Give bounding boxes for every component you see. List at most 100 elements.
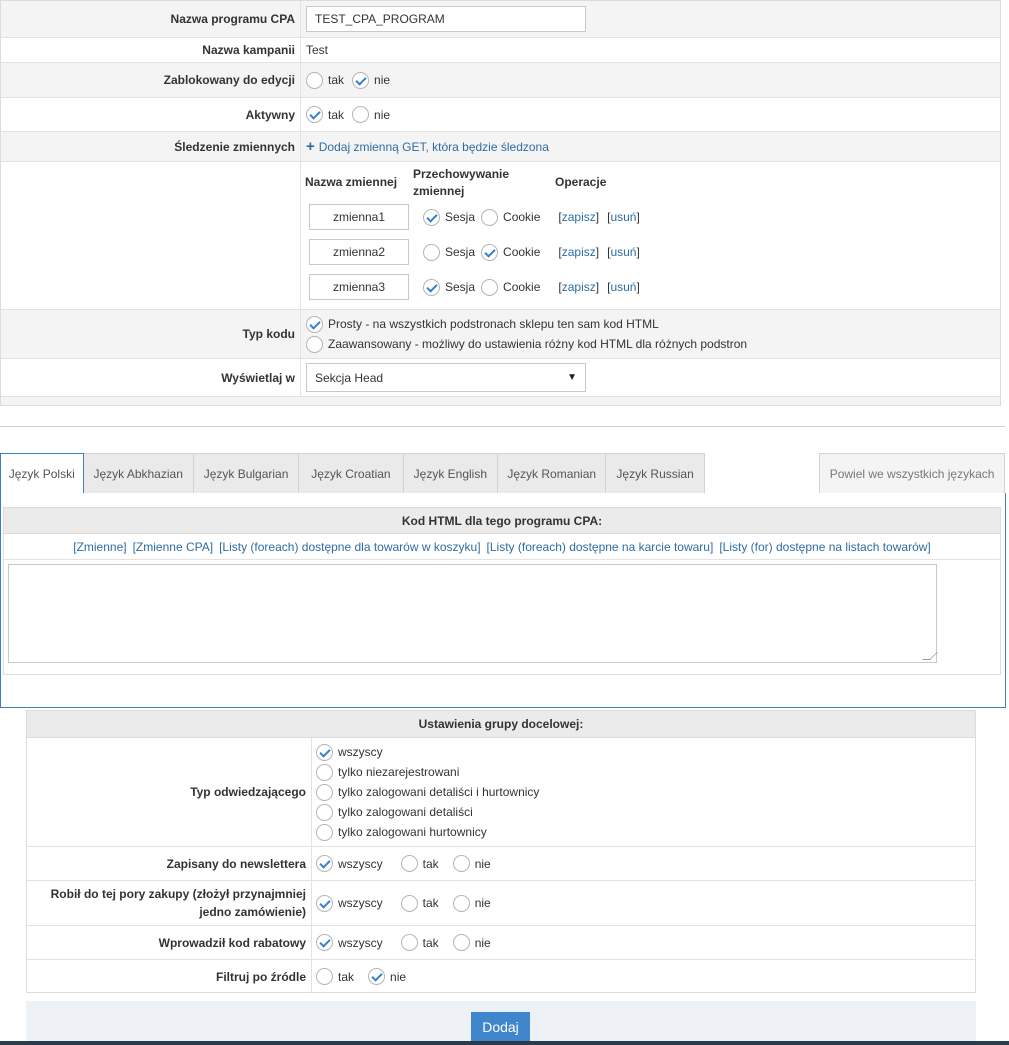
storage-cookie-option[interactable]: Cookie — [481, 208, 540, 226]
storage-session-option[interactable]: Sesja — [423, 278, 475, 296]
active-no-option[interactable]: nie — [352, 106, 390, 123]
radio-checked-icon[interactable] — [306, 315, 323, 333]
code-simple-option[interactable]: Prosty - na wszystkich podstronach sklep… — [306, 315, 659, 333]
delete-variable-link[interactable]: [usuń] — [607, 210, 640, 224]
display-label: Wyświetlaj w — [1, 359, 301, 396]
radio-icon[interactable] — [452, 934, 470, 951]
locked-yes-option[interactable]: tak — [306, 71, 344, 89]
radio-icon[interactable] — [452, 855, 470, 872]
coupon-label: Wprowadził kod rabatowy — [27, 926, 312, 959]
newsletter-no-option[interactable]: nie — [452, 855, 491, 872]
coupon-all-option[interactable]: wszyscy — [316, 934, 383, 951]
radio-checked-icon[interactable] — [316, 934, 333, 951]
target-group-settings: Ustawienia grupy docelowej: Typ odwiedza… — [26, 710, 976, 993]
storage-cookie-option[interactable]: Cookie — [481, 278, 540, 296]
tab-language[interactable]: Język English — [403, 453, 499, 494]
radio-icon[interactable] — [400, 934, 418, 951]
editor-help-link[interactable]: [Listy (for) dostępne na listach towarów… — [719, 540, 930, 554]
source-yes-option[interactable]: tak — [316, 968, 354, 985]
radio-icon[interactable] — [316, 743, 333, 761]
source-label: Filtruj po źródle — [27, 960, 312, 993]
variables-table: Nazwa zmiennej Przechowywanie zmiennej O… — [301, 162, 1000, 309]
program-name-input[interactable]: TEST_CPA_PROGRAM — [306, 6, 586, 32]
tab-language[interactable]: Język Bulgarian — [193, 453, 300, 494]
visitor-options: wszyscy tylko niezarejestrowani tylko zalo… — [312, 738, 547, 846]
visitor-option[interactable]: tylko niezarejestrowani — [316, 763, 539, 781]
visitor-option[interactable]: tylko zalogowani hurtownicy — [316, 823, 539, 841]
storage-cookie-option[interactable]: Cookie — [481, 243, 540, 261]
purchased-label: Robił do tej pory zakupy (złożył przynaj… — [27, 881, 312, 925]
radio-icon[interactable] — [481, 278, 499, 296]
delete-variable-link[interactable]: [usuń] — [607, 245, 640, 259]
radio-icon[interactable] — [306, 335, 323, 353]
tab-language[interactable]: Język Polski — [0, 453, 84, 494]
repeat-all-languages-button[interactable]: Powiel we wszystkich językach — [819, 453, 1006, 494]
radio-icon[interactable] — [423, 208, 440, 226]
radio-icon[interactable] — [452, 894, 470, 912]
variable-row: zmienna3 Sesja Cookie [zapisz] [usuń] — [309, 274, 640, 300]
radio-icon[interactable] — [481, 208, 499, 226]
row-campaign: Nazwa kampanii Test — [1, 38, 1000, 63]
variable-name-input[interactable]: zmienna3 — [309, 274, 409, 300]
purchased-all-option[interactable]: wszyscy — [316, 894, 383, 912]
add-variable-link[interactable]: + Dodaj zmienną GET, która będzie śledzo… — [306, 139, 549, 154]
active-yes-option[interactable]: tak — [306, 106, 344, 123]
coupon-no-option[interactable]: nie — [452, 934, 491, 951]
radio-checked-icon[interactable] — [368, 968, 386, 985]
radio-icon[interactable] — [481, 243, 499, 261]
variable-name-input[interactable]: zmienna1 — [309, 204, 409, 230]
editor-help-link[interactable]: [Zmienne] — [73, 540, 126, 554]
editor-help-link[interactable]: [Zmienne CPA] — [133, 540, 213, 554]
source-no-option[interactable]: nie — [368, 968, 406, 985]
radio-icon[interactable] — [316, 823, 333, 841]
editor-title: Kod HTML dla tego programu CPA: — [4, 508, 1000, 534]
radio-icon[interactable] — [306, 71, 323, 89]
editor-help-link[interactable]: [Listy (foreach) dostępne dla towarów w … — [219, 540, 480, 554]
purchased-no-option[interactable]: nie — [452, 894, 491, 912]
code-advanced-option[interactable]: Zaawansowany - możliwy do ustawienia róż… — [306, 335, 747, 353]
editor-help-link[interactable]: [Listy (foreach) dostępne na karcie towa… — [487, 540, 714, 554]
radio-icon[interactable] — [400, 855, 418, 872]
radio-checked-icon[interactable] — [316, 894, 333, 912]
radio-icon[interactable] — [423, 243, 440, 261]
tab-language[interactable]: Język Russian — [606, 453, 705, 494]
variable-row: zmienna1 Sesja Cookie [zapisz] [usuń] — [309, 204, 640, 230]
newsletter-all-option[interactable]: wszyscy — [316, 855, 383, 872]
radio-icon[interactable] — [316, 783, 333, 801]
radio-checked-icon[interactable] — [316, 855, 333, 872]
visitor-option[interactable]: wszyscy — [316, 743, 539, 761]
coupon-yes-option[interactable]: tak — [400, 934, 439, 951]
tab-language[interactable]: Język Romanian — [498, 453, 607, 494]
delete-variable-link[interactable]: [usuń] — [607, 280, 640, 294]
newsletter-yes-option[interactable]: tak — [400, 855, 439, 872]
tab-language[interactable]: Język Abkhazian — [83, 453, 194, 494]
newsletter-label: Zapisany do newslettera — [27, 847, 312, 880]
radio-checked-icon[interactable] — [306, 106, 323, 123]
display-select[interactable]: Sekcja Head ▼ — [306, 363, 586, 392]
row-locked: Zablokowany do edycji tak nie — [1, 63, 1000, 98]
radio-icon[interactable] — [352, 106, 370, 123]
storage-session-option[interactable]: Sesja — [423, 243, 475, 261]
radio-icon[interactable] — [316, 803, 333, 821]
save-variable-link[interactable]: [zapisz] — [558, 280, 599, 294]
radio-icon[interactable] — [400, 894, 418, 912]
locked-no-option[interactable]: nie — [352, 71, 390, 89]
radio-icon[interactable] — [423, 278, 440, 296]
variable-name-input[interactable]: zmienna2 — [309, 239, 409, 265]
save-variable-link[interactable]: [zapisz] — [558, 245, 599, 259]
row-purchased: Robił do tej pory zakupy (złożył przynaj… — [27, 881, 975, 926]
visitor-option[interactable]: tylko zalogowani detaliści i hurtownicy — [316, 783, 539, 801]
add-button[interactable]: Dodaj — [471, 1012, 530, 1041]
save-variable-link[interactable]: [zapisz] — [558, 210, 599, 224]
html-code-textarea[interactable] — [8, 564, 937, 663]
purchased-yes-option[interactable]: tak — [400, 894, 439, 912]
form-footer: Dodaj — [26, 1001, 976, 1045]
row-variables: Nazwa zmiennej Przechowywanie zmiennej O… — [1, 162, 1000, 310]
visitor-option[interactable]: tylko zalogowani detaliści — [316, 803, 539, 821]
radio-icon[interactable] — [316, 763, 333, 781]
radio-icon[interactable] — [316, 968, 333, 985]
radio-checked-icon[interactable] — [352, 71, 370, 89]
tab-language[interactable]: Język Croatian — [299, 453, 404, 494]
row-display: Wyświetlaj w Sekcja Head ▼ — [1, 359, 1000, 397]
storage-session-option[interactable]: Sesja — [423, 208, 475, 226]
